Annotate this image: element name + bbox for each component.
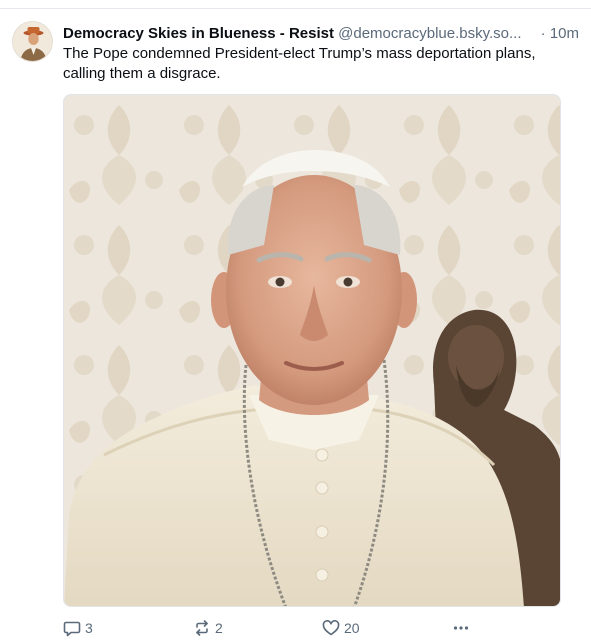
time-separator: · bbox=[540, 25, 546, 42]
reply-icon bbox=[63, 619, 81, 637]
post-text-line: The Pope condemned President-elect Trump… bbox=[63, 45, 536, 62]
post-text-line: calling them a disgrace. bbox=[63, 65, 221, 82]
author-display-name[interactable]: Democracy Skies in Blueness - Resist bbox=[63, 25, 334, 42]
repost-icon bbox=[193, 619, 211, 637]
post-actions: 3 2 20 bbox=[63, 618, 483, 638]
repost-count: 2 bbox=[215, 620, 223, 636]
post-text: The Pope condemned President-elect Trump… bbox=[63, 44, 573, 84]
repost-button[interactable]: 2 bbox=[193, 618, 223, 638]
like-button[interactable]: 20 bbox=[322, 618, 360, 638]
more-options-button[interactable] bbox=[452, 618, 470, 638]
author-handle[interactable]: @democracyblue.bsky.so... bbox=[338, 25, 521, 42]
reply-button[interactable]: 3 bbox=[63, 618, 93, 638]
reply-count: 3 bbox=[85, 620, 93, 636]
avatar[interactable] bbox=[12, 21, 53, 62]
post-header: Democracy Skies in Blueness - Resist @de… bbox=[63, 24, 583, 44]
heart-icon bbox=[322, 619, 340, 637]
post-timestamp-group[interactable]: · 10m bbox=[541, 24, 579, 44]
like-count: 20 bbox=[344, 620, 360, 636]
post-image[interactable] bbox=[63, 94, 561, 607]
more-icon bbox=[452, 619, 470, 637]
post-timestamp[interactable]: 10m bbox=[550, 25, 579, 42]
feed-post[interactable]: Democracy Skies in Blueness - Resist @de… bbox=[0, 9, 591, 640]
